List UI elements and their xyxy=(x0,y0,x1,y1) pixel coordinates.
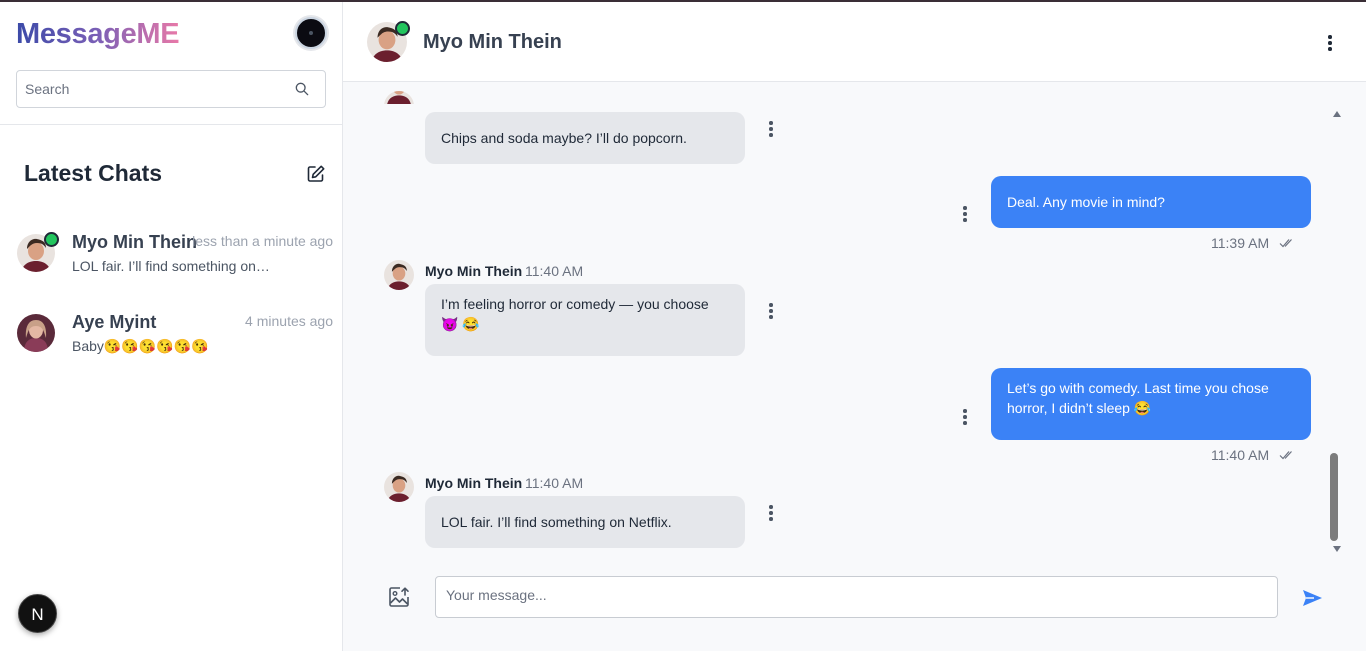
message-options-icon[interactable] xyxy=(769,303,773,319)
chat-preview: Baby😘😘😘😘😘😘 xyxy=(72,338,209,354)
current-user-avatar[interactable] xyxy=(295,17,327,49)
sender-avatar xyxy=(384,472,414,502)
message-time: 11:40 AM xyxy=(525,263,584,279)
message-composer xyxy=(343,562,1366,642)
outgoing-message: Let’s go with comedy. Last time you chos… xyxy=(991,368,1311,440)
scroll-up-arrow[interactable] xyxy=(1333,111,1341,117)
sender-avatar xyxy=(384,91,414,121)
message-input[interactable] xyxy=(435,576,1278,618)
dev-tools-badge[interactable]: N xyxy=(18,594,57,633)
sender-name: Myo Min Thein xyxy=(425,263,523,279)
conversation-panel: Myo Min Thein Chips and soda maybe? I’ll… xyxy=(343,2,1366,651)
send-icon[interactable] xyxy=(1301,587,1323,609)
online-indicator xyxy=(44,232,59,247)
sender-name: Myo Min Thein xyxy=(425,475,523,491)
chat-list-item[interactable]: Myo Min Thein less than a minute ago LOL… xyxy=(0,222,342,292)
incoming-message: LOL fair. I’ll find something on Netflix… xyxy=(425,496,745,548)
scrollbar-thumb[interactable] xyxy=(1330,453,1338,541)
compose-icon[interactable] xyxy=(306,164,326,184)
sidebar-divider xyxy=(0,124,343,125)
search-input[interactable] xyxy=(17,71,277,107)
message-time: 11:39 AM xyxy=(1211,235,1270,251)
contact-name: Myo Min Thein xyxy=(423,31,562,53)
chat-time: less than a minute ago xyxy=(192,233,333,249)
chat-list-item[interactable]: Aye Myint 4 minutes ago Baby😘😘😘😘😘😘 xyxy=(0,302,342,372)
message-options-icon[interactable] xyxy=(769,121,773,137)
app-logo[interactable]: MessageME xyxy=(16,18,180,51)
latest-chats-heading: Latest Chats xyxy=(24,160,163,186)
chat-time: 4 minutes ago xyxy=(245,313,333,329)
chat-name: Myo Min Thein xyxy=(72,232,197,252)
search-icon[interactable] xyxy=(295,82,309,96)
message-time: 11:40 AM xyxy=(1211,447,1270,463)
outgoing-message: Deal. Any movie in mind? xyxy=(991,176,1311,228)
search-box xyxy=(16,70,326,108)
message-list: Chips and soda maybe? I’ll do popcorn. D… xyxy=(343,83,1343,553)
chat-name: Aye Myint xyxy=(72,312,157,332)
chat-preview: LOL fair. I’ll find something on… xyxy=(72,258,270,274)
read-receipt-icon xyxy=(1279,239,1292,248)
online-indicator xyxy=(395,21,410,36)
message-options-icon[interactable] xyxy=(769,505,773,521)
more-options-icon[interactable] xyxy=(1328,35,1332,51)
message-time: 11:40 AM xyxy=(525,475,584,491)
avatar xyxy=(17,314,55,352)
message-options-icon[interactable] xyxy=(963,206,967,222)
sender-avatar xyxy=(384,260,414,290)
image-upload-icon[interactable] xyxy=(388,586,410,608)
message-options-icon[interactable] xyxy=(963,409,967,425)
incoming-message: Chips and soda maybe? I’ll do popcorn. xyxy=(425,112,745,164)
scroll-down-arrow[interactable] xyxy=(1333,546,1341,552)
conversation-header: Myo Min Thein xyxy=(343,2,1366,82)
incoming-message: I’m feeling horror or comedy — you choos… xyxy=(425,284,745,356)
sidebar: MessageME Latest Chats Myo Min Thein les… xyxy=(0,2,343,651)
read-receipt-icon xyxy=(1279,451,1292,460)
